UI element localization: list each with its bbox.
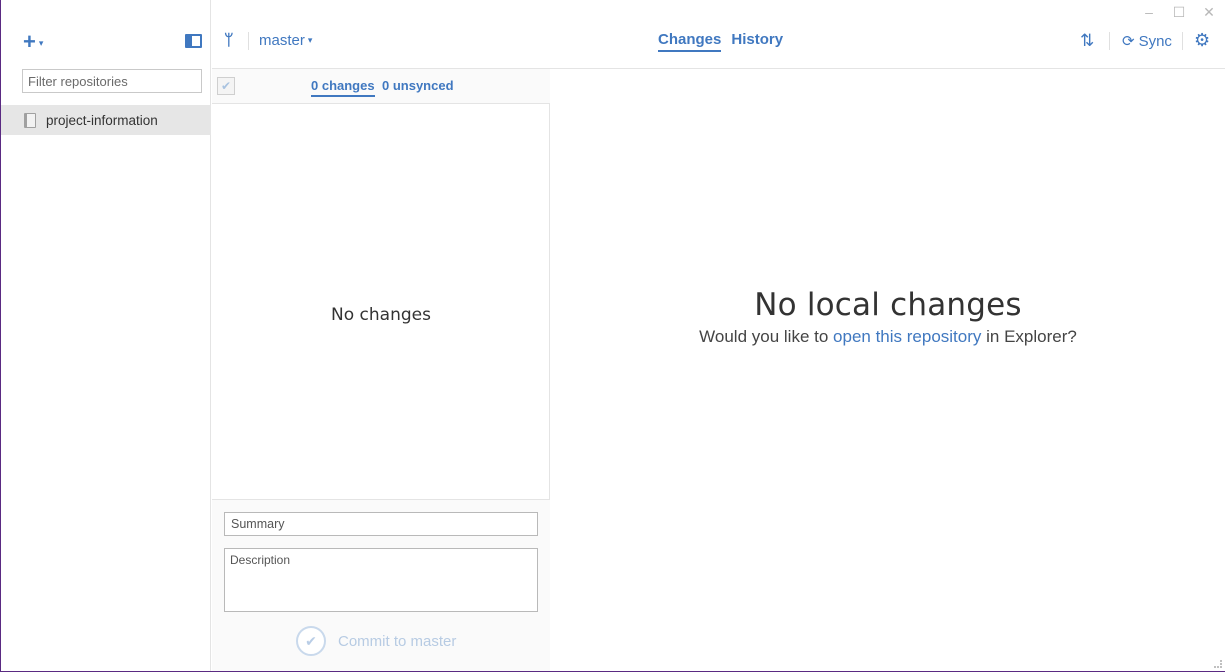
tab-changes-count[interactable]: 0 changes	[311, 78, 375, 97]
tab-changes[interactable]: Changes	[658, 31, 722, 52]
tab-history[interactable]: History	[731, 31, 783, 52]
check-icon: ✔	[296, 626, 326, 656]
resize-grip-icon[interactable]	[1214, 660, 1222, 668]
chevron-down-icon: ▾	[38, 38, 44, 48]
sync-icon: ⟳	[1122, 33, 1135, 50]
repository-list-item[interactable]: project-information	[1, 105, 211, 135]
sidebar-toggle-icon[interactable]	[185, 34, 202, 48]
repository-icon	[24, 112, 36, 128]
repository-name: project-information	[46, 112, 158, 128]
sync-button[interactable]: ⟳ Sync	[1122, 32, 1172, 51]
main-panel: No local changes Would you like to open …	[550, 69, 1225, 671]
gear-icon[interactable]: ⚙	[1194, 30, 1210, 51]
empty-changes-text: No changes	[331, 305, 431, 325]
filter-repositories-input[interactable]	[22, 69, 202, 93]
view-tabs: Changes History	[658, 31, 783, 52]
message-suffix: in Explorer?	[981, 327, 1077, 346]
page-title: No local changes	[754, 287, 1022, 323]
sync-label: Sync	[1138, 32, 1172, 50]
repository-sidebar: + ▾ project-information	[1, 0, 211, 671]
toolbar-divider	[1109, 32, 1110, 50]
open-repository-link[interactable]: open this repository	[833, 327, 981, 346]
changes-panel: ✔ 0 changes 0 unsynced No changes ✔ Comm…	[212, 69, 550, 671]
commit-button[interactable]: ✔ Commit to master	[296, 626, 456, 656]
plus-icon: +	[23, 29, 36, 54]
app-window: – ☐ ✕ + ▾ project-information ᛘ master ▾…	[0, 0, 1225, 672]
commit-label: Commit to master	[338, 632, 457, 650]
toolbar-divider	[1182, 32, 1183, 50]
chevron-down-icon: ▾	[307, 35, 313, 45]
branch-icon[interactable]: ᛘ	[224, 32, 234, 50]
message-prefix: Would you like to	[699, 327, 834, 346]
branch-name: master	[259, 32, 305, 49]
summary-input[interactable]	[224, 512, 538, 536]
branch-selector[interactable]: master ▾	[259, 32, 312, 49]
pull-request-icon[interactable]: ⇅	[1080, 31, 1094, 51]
add-repository-button[interactable]: + ▾	[23, 30, 43, 54]
description-field[interactable]	[224, 548, 538, 612]
changes-header: ✔ 0 changes 0 unsynced	[212, 69, 550, 104]
toolbar-divider	[248, 32, 249, 50]
empty-state-message: Would you like to open this repository i…	[550, 327, 1225, 347]
commit-form: ✔ Commit to master	[212, 499, 550, 671]
tab-unsynced-count[interactable]: 0 unsynced	[382, 78, 454, 93]
top-toolbar: ᛘ master ▾ Changes History ⇅ ⟳ Sync ⚙	[212, 0, 1225, 69]
select-all-checkbox[interactable]: ✔	[217, 77, 235, 95]
